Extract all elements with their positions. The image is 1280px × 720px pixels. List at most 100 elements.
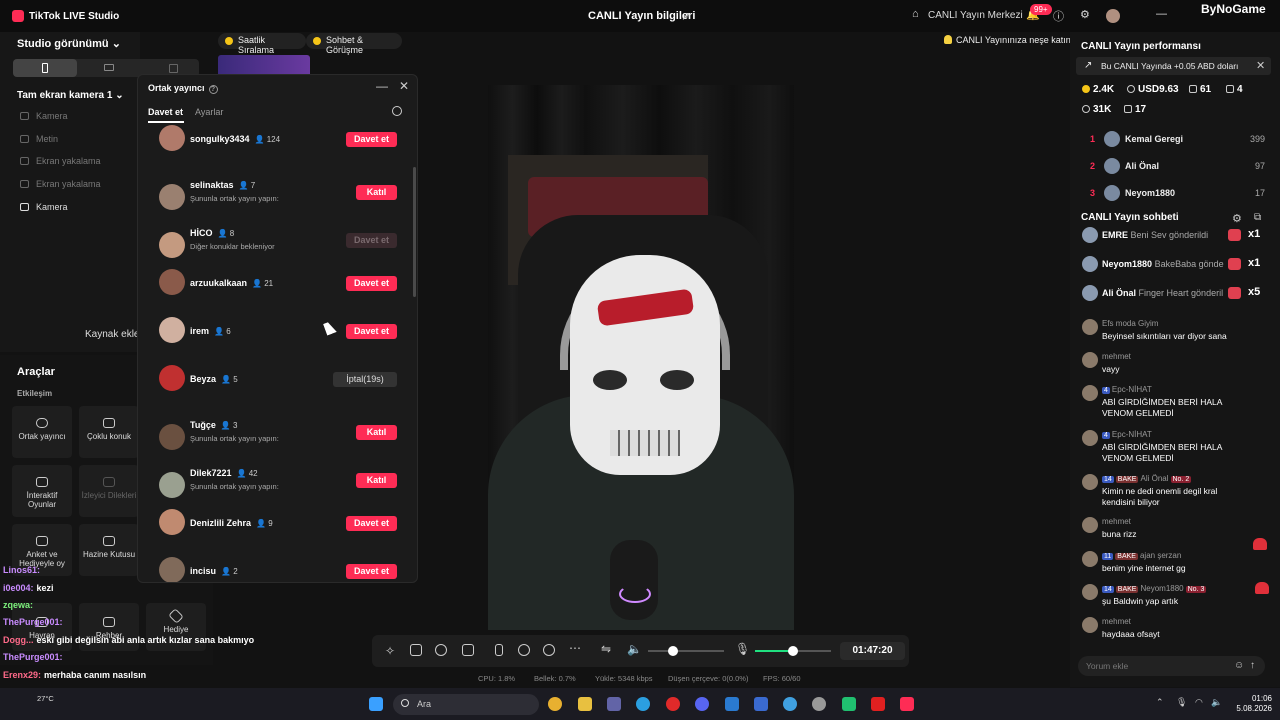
screen-share-icon[interactable] (410, 644, 422, 656)
source-camera-1[interactable]: Kamera (20, 111, 68, 121)
windows-start-icon[interactable] (369, 697, 383, 711)
taskbar-clock[interactable]: 01:06 5.08.2026 (1220, 694, 1272, 714)
close-icon[interactable]: ✕ (399, 79, 409, 93)
earnings-banner: ↗ Bu CANLI Yayında +0.05 ABD doları ✕ (1076, 57, 1271, 75)
joy-notice[interactable]: CANLI Yayınınıza neşe katın (944, 35, 1071, 45)
tiktok-live-studio-icon[interactable] (900, 697, 914, 711)
split-mode-button[interactable] (169, 64, 178, 73)
mic-knob[interactable] (788, 646, 798, 656)
volume-slider[interactable] (648, 650, 724, 652)
tray-chevron-icon[interactable]: ⌃ (1156, 697, 1164, 708)
tool-multi-guest[interactable]: Çoklu konuk (79, 406, 139, 458)
mic-icon[interactable]: 🎙 (735, 642, 750, 656)
studio-view-dropdown[interactable]: Studio görünümü ⌄ (17, 37, 121, 50)
invite-button[interactable]: Davet et (346, 276, 397, 291)
tool-interactive-games[interactable]: İnteraktif Oyunlar (12, 465, 72, 517)
popout-icon[interactable]: ⧉ (1254, 212, 1261, 223)
chat-meeting-pill[interactable]: Sohbet & Görüşme (306, 33, 402, 55)
add-user-icon (1226, 85, 1234, 93)
cancel-invite-button[interactable]: İptal(19s) (333, 372, 397, 387)
invite-button[interactable]: Davet et (346, 132, 397, 147)
help-icon[interactable]: ? (208, 85, 218, 94)
mixer-icon[interactable]: ⇋ (601, 642, 613, 656)
chrome-2-icon[interactable] (783, 697, 797, 711)
settings-icon[interactable]: ⚙ (1080, 8, 1090, 21)
teams-icon[interactable] (607, 697, 621, 711)
invite-button[interactable]: Davet et (346, 324, 397, 339)
app-icon[interactable] (754, 697, 768, 711)
close-banner-icon[interactable]: ✕ (1256, 57, 1265, 75)
ai-icon[interactable] (435, 644, 447, 656)
ranking-row[interactable]: 2 Ali Önal 97 (1077, 157, 1267, 177)
follower-count-value: 9 (268, 519, 273, 528)
add-overlay-icon[interactable] (462, 644, 474, 656)
scrollbar[interactable] (413, 167, 416, 297)
scene-dropdown[interactable]: Tam ekran kamera 1 ⌄ (17, 90, 124, 101)
weather-widget[interactable]: 27°C (37, 694, 54, 703)
tab-invite[interactable]: Davet et (148, 107, 183, 117)
trophy-icon (225, 37, 233, 45)
join-button[interactable]: Katıl (356, 473, 397, 488)
help-icon[interactable]: ⓘ (1053, 8, 1064, 24)
metric-value: 61 (1200, 84, 1212, 95)
app-green-icon[interactable] (842, 697, 856, 711)
mic-tray-icon[interactable]: 🎙 (1176, 697, 1187, 708)
tool-viewer-wishes[interactable]: İzleyici Dilekleri (79, 465, 139, 517)
join-button[interactable]: Katıl (356, 425, 397, 440)
discord-icon[interactable] (695, 697, 709, 711)
follower-count-value: 124 (266, 135, 281, 144)
live-info-title[interactable]: CANLI Yayın bilgileri (588, 10, 695, 22)
avatar (1082, 474, 1098, 490)
camera-settings-icon[interactable] (543, 644, 555, 656)
phone-icon[interactable] (495, 644, 503, 656)
cohost-row: Denizlili Zehra 👤 9 Davet et (138, 509, 408, 557)
edge-icon[interactable] (636, 697, 650, 711)
tab-settings[interactable]: Ayarlar (195, 107, 223, 117)
overlay-chat-text: eski gibi değilsin abi anla artık kızlar… (36, 635, 255, 645)
speaker-icon[interactable]: 🔈 (627, 642, 642, 656)
source-camera-2[interactable]: Kamera (20, 202, 68, 212)
send-icon[interactable]: ↑ (1250, 660, 1255, 671)
landscape-mode-button[interactable] (104, 64, 114, 71)
opera-icon[interactable] (666, 697, 680, 711)
more-icon[interactable]: ⋯ (569, 641, 581, 655)
join-button[interactable]: Katıl (356, 185, 397, 200)
cpu-stat: CPU: 1.8% (478, 674, 516, 683)
invite-button[interactable]: Davet et (346, 516, 397, 531)
source-screen-capture-2[interactable]: Ekran yakalama (20, 179, 101, 189)
emoji-icon[interactable]: ☺ (1234, 660, 1244, 671)
share-icon[interactable]: ↗ (681, 9, 691, 23)
rank-number: 1 (1090, 134, 1096, 144)
live-center-link[interactable]: CANLI Yayın Merkezi (928, 10, 1023, 21)
minimize-icon[interactable]: — (376, 79, 388, 93)
chrome-icon[interactable] (548, 697, 562, 711)
effects-icon[interactable]: ✧ (385, 644, 397, 658)
source-text[interactable]: Metin (20, 134, 58, 144)
floating-heart-icon (1255, 582, 1269, 594)
file-explorer-icon[interactable] (578, 697, 592, 711)
cohost-panel: Ortak yayıncı? — ✕ Davet et Ayarlar song… (137, 74, 418, 583)
search-icon[interactable] (392, 106, 402, 116)
source-screen-capture-1[interactable]: Ekran yakalama (20, 156, 101, 166)
taskbar-search[interactable]: Ara (393, 694, 539, 715)
monitor-icon (20, 180, 29, 188)
invite-button[interactable]: Davet et (346, 564, 397, 579)
minimize-window-icon[interactable]: — (1156, 8, 1167, 20)
chat-settings-icon[interactable]: ⚙ (1232, 212, 1242, 225)
home-icon[interactable]: ⌂ (912, 8, 919, 20)
hourly-ranking-pill[interactable]: Saatlik Sıralama (218, 33, 306, 55)
cohost-row: arzuukalkaan 👤 21 Davet et (138, 269, 408, 317)
user-avatar[interactable] (1106, 9, 1120, 23)
cohost-title-wrap: Ortak yayıncı? (148, 83, 218, 94)
chat-text: şu Baldwin yap artık (1102, 596, 1179, 606)
avatar (159, 472, 185, 498)
ranking-row[interactable]: 1 Kemal Geregi 399 (1077, 130, 1267, 150)
ranking-row[interactable]: 3 Neyom1880 17 (1077, 184, 1267, 204)
wifi-icon[interactable]: ◠ (1195, 697, 1203, 708)
youtube-icon[interactable] (871, 697, 885, 711)
add-source-button[interactable]: Kaynak ekle (85, 329, 139, 340)
record-icon[interactable] (518, 644, 530, 656)
tool-cohost[interactable]: Ortak yayıncı (12, 406, 72, 458)
mail-icon[interactable] (725, 697, 739, 711)
settings-app-icon[interactable] (812, 697, 826, 711)
